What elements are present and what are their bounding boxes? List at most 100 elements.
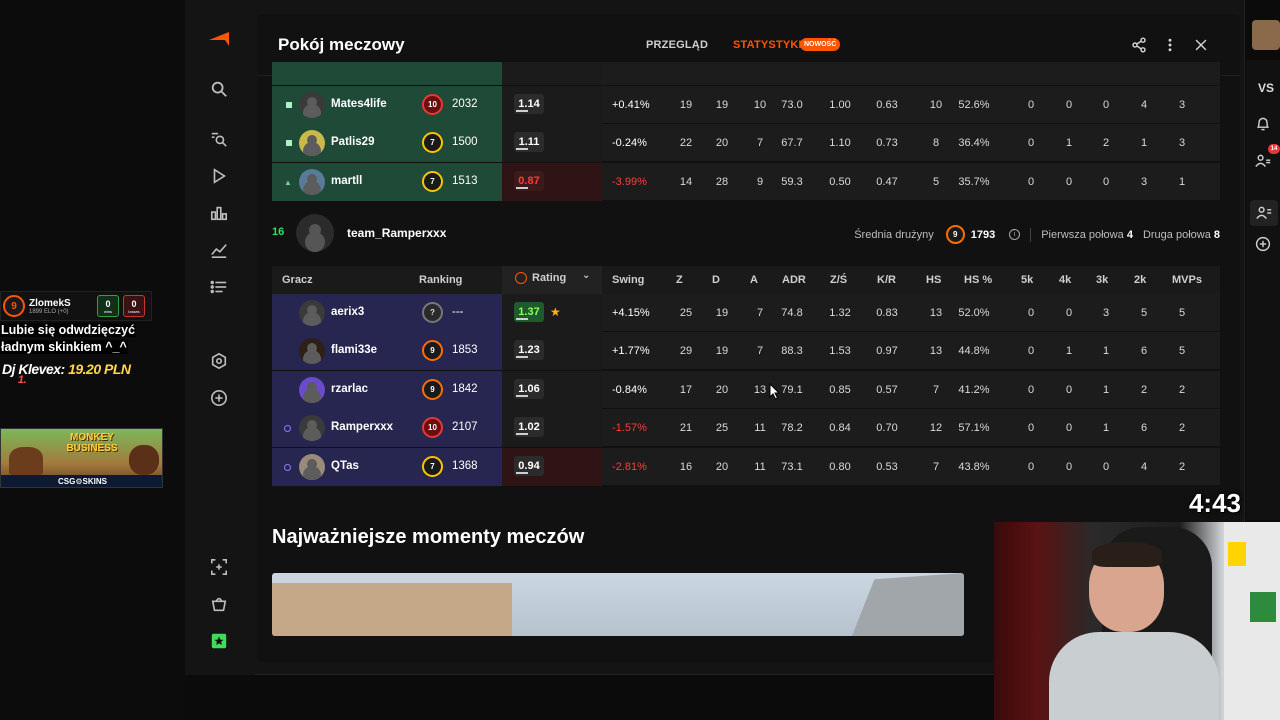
party-icon[interactable]	[1250, 200, 1278, 226]
col-player[interactable]: Gracz	[282, 274, 313, 286]
player-elo: 2107	[452, 421, 478, 434]
club-icon[interactable]	[208, 350, 230, 372]
player-name[interactable]: Ramperxxx	[331, 421, 393, 433]
elo-level-badge: 9	[3, 295, 25, 317]
avatar[interactable]	[299, 415, 325, 442]
table-row-partial	[272, 62, 1220, 86]
stat-d: 25	[715, 422, 729, 435]
avatar[interactable]	[299, 338, 325, 365]
stat-hs: 10	[929, 99, 943, 111]
stat-hs: 13	[929, 307, 943, 319]
col-4k[interactable]: 4k	[1059, 274, 1071, 286]
stat-k2: 4	[1140, 99, 1148, 111]
shop-icon[interactable]	[208, 593, 230, 615]
col-mvps[interactable]: MVPs	[1172, 274, 1202, 286]
col-swing[interactable]: Swing	[612, 274, 644, 286]
table-row[interactable]: Patlis29 7 1500 1.11 -0.24% 22 20 7 67.7 1.10 0.73…	[272, 124, 1220, 163]
avatar[interactable]	[299, 92, 325, 118]
stat-kr: 0.53	[876, 460, 898, 473]
player-cell: ▲ martll 7 1513	[272, 162, 502, 201]
shelf-item	[1228, 542, 1246, 566]
table-row[interactable]: QTas 7 1368 0.94 -2.81% 16 20 11 73.1 0.80 0.53 7 43…	[272, 447, 1220, 486]
add-friend-icon[interactable]	[1254, 235, 1272, 253]
share-icon[interactable]	[1130, 36, 1148, 54]
stat-kr: 0.70	[876, 422, 898, 435]
col-adr[interactable]: ADR	[782, 274, 806, 286]
table-row[interactable]: Mates4life 10 2032 1.14 +0.41% 19 19 10 73.0 1.00…	[272, 86, 1220, 124]
stat-k: 17	[679, 383, 693, 396]
tab-statistics[interactable]: STATYSTYKI	[733, 39, 802, 51]
faceit-logo-icon[interactable]	[207, 30, 231, 48]
player-name[interactable]: martll	[331, 175, 362, 187]
search-icon[interactable]	[208, 78, 230, 100]
ranking-icon[interactable]	[208, 202, 230, 224]
team-name[interactable]: team_Ramperxxx	[347, 226, 446, 240]
player-name[interactable]: Mates4life	[331, 98, 387, 110]
tab-overview[interactable]: PRZEGLĄD	[646, 39, 708, 51]
player-name[interactable]: aerix3	[331, 306, 364, 318]
avatar[interactable]	[299, 376, 325, 403]
streamer-body	[1049, 632, 1219, 720]
highlight-thumbnail[interactable]	[272, 573, 964, 636]
vs-label[interactable]: VS	[1258, 81, 1274, 95]
friends-icon[interactable]	[1254, 152, 1272, 170]
col-deaths[interactable]: D	[712, 274, 720, 286]
player-name[interactable]: Patlis29	[331, 136, 374, 148]
stat-k5: 0	[1027, 422, 1035, 435]
table-row[interactable]: flami33e 9 1853 1.23 +1.77% 29 19 7 88.3 1.53 0.97…	[272, 332, 1220, 371]
player-name[interactable]: flami33e	[331, 344, 377, 356]
streamer-hair	[1092, 542, 1162, 567]
col-kr[interactable]: K/R	[877, 274, 896, 286]
stat-hs: 7	[932, 460, 940, 473]
stat-k2: 4	[1140, 460, 1148, 473]
avatar[interactable]	[299, 168, 325, 195]
player-name[interactable]: rzarlac	[331, 383, 368, 395]
avatar[interactable]	[299, 130, 325, 157]
premium-star-icon[interactable]	[208, 630, 230, 652]
col-hs[interactable]: HS	[926, 274, 941, 286]
col-2k[interactable]: 2k	[1134, 274, 1146, 286]
mouse-cursor-icon	[769, 383, 781, 400]
chevron-down-icon[interactable]: ⌄	[582, 270, 590, 281]
table-row[interactable]: Ramperxxx 10 2107 1.02 -1.57% 21 25 11 78.2 0.84 0…	[272, 409, 1220, 448]
player-cell: Mates4life 10 2032	[272, 86, 502, 124]
stats-chart-icon[interactable]	[208, 239, 230, 261]
col-5k[interactable]: 5k	[1021, 274, 1033, 286]
add-icon[interactable]	[208, 387, 230, 409]
elo-widget: 9 ZlomekS 1899 ELO (+0) 0 wins 0 losses	[0, 291, 152, 321]
sidebar	[185, 0, 255, 675]
list-icon[interactable]	[208, 276, 230, 298]
player-elo: 1368	[452, 459, 478, 472]
col-kd[interactable]: Z/Ś	[830, 274, 847, 286]
stat-kr: 0.47	[876, 175, 898, 188]
close-icon[interactable]	[1192, 36, 1210, 54]
col-kills[interactable]: Z	[676, 274, 683, 286]
info-icon[interactable]: i	[1009, 229, 1021, 240]
more-options-icon[interactable]	[1161, 36, 1179, 54]
play-icon[interactable]	[208, 165, 230, 187]
find-match-icon[interactable]	[208, 128, 230, 150]
user-avatar[interactable]	[1252, 20, 1280, 50]
table-row[interactable]: rzarlac 9 1842 1.06 -0.84% 17 20 13 79.1 0.85 0.57…	[272, 370, 1220, 409]
monkey-figure	[9, 447, 43, 475]
col-ranking[interactable]: Ranking	[419, 274, 462, 286]
table-row[interactable]: aerix3? --- 1.37 ★ +4.15% 25 19 7 74.8 1.32 0.83 13…	[272, 294, 1220, 332]
avatar[interactable]	[299, 453, 325, 480]
elo-widget-sub: 1899 ELO (+0)	[29, 308, 69, 315]
player-name[interactable]: QTas	[331, 460, 359, 472]
stat-adr: 78.2	[781, 422, 803, 435]
skill-level-badge: 9	[422, 378, 443, 400]
player-elo: 1500	[452, 136, 478, 149]
avatar[interactable]	[299, 300, 325, 326]
col-assists[interactable]: A	[750, 274, 758, 286]
bell-icon[interactable]	[1254, 115, 1272, 133]
player-cell: QTas 7 1368	[272, 447, 502, 486]
col-hs-percent[interactable]: HS %	[964, 274, 992, 286]
col-rating[interactable]: Rating	[532, 272, 566, 284]
donation-message: Lubie się odwdzięczyć ładnym skinkiem ^_…	[0, 323, 137, 354]
col-3k[interactable]: 3k	[1096, 274, 1108, 286]
table-row[interactable]: ▲ martll 7 1513 0.87 -3.99% 14 28 9 59.3 0.50 0.47 5…	[272, 162, 1220, 201]
notification-count-badge: 14	[1268, 144, 1280, 154]
focus-icon[interactable]	[208, 556, 230, 578]
stat-kd: 1.00	[829, 99, 851, 111]
